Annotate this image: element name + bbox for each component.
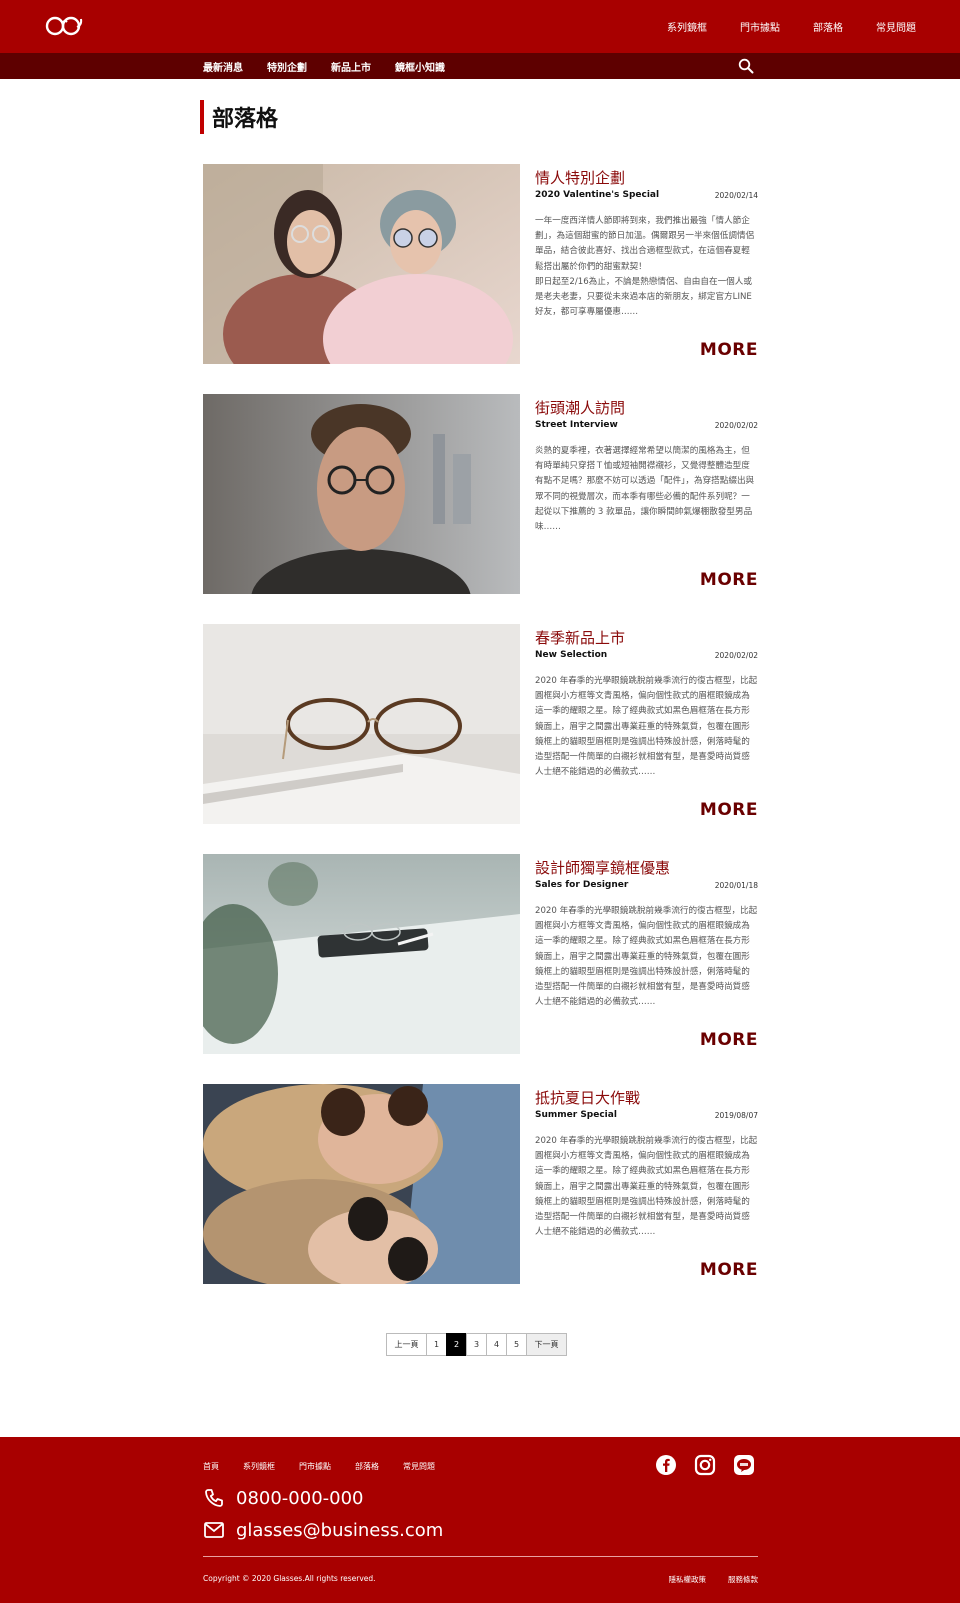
main-nav: 系列鏡框 門市據點 部落格 常見問題	[667, 0, 916, 53]
post-image[interactable]	[203, 1084, 520, 1284]
category-knowledge[interactable]: 鏡框小知識	[395, 59, 445, 74]
top-header: 系列鏡框 門市據點 部落格 常見問題	[0, 0, 960, 53]
more-link[interactable]: MORE	[700, 340, 758, 360]
blog-post: 街頭潮人訪問 Street Interview 2020/02/02 炎熱的夏季…	[203, 394, 758, 594]
category-news[interactable]: 最新消息	[203, 59, 243, 74]
page-title: 部落格	[212, 107, 279, 132]
social-links	[655, 1454, 755, 1476]
post-title[interactable]: 春季新品上市	[535, 627, 625, 648]
post-image[interactable]	[203, 394, 520, 594]
nav-stores[interactable]: 門市據點	[740, 19, 780, 34]
post-date: 2019/08/07	[714, 1111, 758, 1120]
footer: 首頁 系列鏡框 門市據點 部落格 常見問題 0800-000-000 glass…	[0, 1437, 960, 1603]
post-title[interactable]: 設計師獨享鏡框優惠	[535, 857, 670, 878]
post-subtitle: Sales for Designer	[535, 880, 629, 890]
email-contact: glasses@business.com	[203, 1519, 443, 1541]
legal-links: 隱私權政策 服務條款	[669, 1574, 759, 1585]
page-button-5[interactable]: 5	[506, 1333, 527, 1356]
post-content: 抵抗夏日大作戰 Summer Special 2019/08/07 2020 年…	[535, 1084, 758, 1284]
post-subtitle: Summer Special	[535, 1110, 617, 1120]
post-image[interactable]	[203, 624, 520, 824]
post-excerpt: 2020 年春季的光學眼鏡跳脫前幾季流行的復古框型，比起圓框與小方框等文青風格，…	[535, 906, 758, 1008]
terms-of-service-link[interactable]: 服務條款	[728, 1574, 758, 1585]
page-button-1[interactable]: 1	[426, 1333, 447, 1356]
footer-nav-blog[interactable]: 部落格	[355, 1461, 379, 1472]
title-accent-bar	[200, 100, 204, 134]
footer-nav-series[interactable]: 系列鏡框	[243, 1461, 275, 1472]
more-link[interactable]: MORE	[700, 1030, 758, 1050]
footer-nav-stores[interactable]: 門市據點	[299, 1461, 331, 1472]
post-date: 2020/02/14	[714, 191, 758, 200]
post-excerpt: 2020 年春季的光學眼鏡跳脫前幾季流行的復古框型，比起圓框與小方框等文青風格，…	[535, 1136, 758, 1238]
post-title[interactable]: 情人特別企劃	[535, 167, 625, 188]
logo-icon[interactable]	[44, 13, 84, 39]
next-page-button[interactable]: 下一頁	[526, 1333, 567, 1356]
post-date: 2020/01/18	[714, 881, 758, 890]
post-subtitle: New Selection	[535, 650, 608, 660]
phone-icon	[205, 1489, 223, 1507]
page-button-2-current[interactable]: 2	[446, 1333, 467, 1356]
post-excerpt: 2020 年春季的光學眼鏡跳脫前幾季流行的復古框型，比起圓框與小方框等文青風格，…	[535, 676, 758, 778]
post-title[interactable]: 街頭潮人訪問	[535, 397, 625, 418]
footer-nav-home[interactable]: 首頁	[203, 1461, 219, 1472]
nav-blog[interactable]: 部落格	[813, 19, 843, 34]
phone-number[interactable]: 0800-000-000	[236, 1488, 364, 1509]
blog-post: 設計師獨享鏡框優惠 Sales for Designer 2020/01/18 …	[203, 854, 758, 1054]
sub-header: 最新消息 特別企劃 新品上市 鏡框小知識	[0, 53, 960, 79]
prev-page-button[interactable]: 上一頁	[386, 1333, 427, 1356]
post-excerpt: 炎熱的夏季裡，衣著選擇經常希望以簡潔的風格為主，但有時單純只穿搭Ｔ恤或短袖開襟襯…	[535, 446, 755, 533]
page-button-3[interactable]: 3	[466, 1333, 487, 1356]
post-image[interactable]	[203, 854, 520, 1054]
page-button-4[interactable]: 4	[486, 1333, 507, 1356]
privacy-policy-link[interactable]: 隱私權政策	[669, 1574, 707, 1585]
blog-post: 抵抗夏日大作戰 Summer Special 2019/08/07 2020 年…	[203, 1084, 758, 1284]
footer-nav: 首頁 系列鏡框 門市據點 部落格 常見問題	[203, 1461, 435, 1472]
post-subtitle: 2020 Valentine's Special	[535, 190, 660, 200]
more-link[interactable]: MORE	[700, 1260, 758, 1280]
more-link[interactable]: MORE	[700, 570, 758, 590]
nav-series[interactable]: 系列鏡框	[667, 19, 707, 34]
post-content: 設計師獨享鏡框優惠 Sales for Designer 2020/01/18 …	[535, 854, 758, 1054]
post-image[interactable]	[203, 164, 520, 364]
post-date: 2020/02/02	[714, 421, 758, 430]
footer-divider	[203, 1556, 758, 1557]
instagram-icon[interactable]	[694, 1454, 716, 1476]
line-icon[interactable]	[733, 1454, 755, 1476]
mail-icon	[204, 1522, 224, 1538]
category-special[interactable]: 特別企劃	[267, 59, 307, 74]
phone-contact: 0800-000-000	[203, 1487, 364, 1509]
email-address[interactable]: glasses@business.com	[236, 1520, 443, 1541]
post-date: 2020/02/02	[714, 651, 758, 660]
page-title-block: 部落格	[200, 100, 278, 134]
category-nav: 最新消息 特別企劃 新品上市 鏡框小知識	[203, 53, 445, 79]
blog-post: 情人特別企劃 2020 Valentine's Special 2020/02/…	[203, 164, 758, 364]
facebook-icon[interactable]	[655, 1454, 677, 1476]
blog-post: 春季新品上市 New Selection 2020/02/02 2020 年春季…	[203, 624, 758, 824]
copyright: Copyright © 2020 Glasses.All rights rese…	[203, 1574, 376, 1583]
footer-nav-faq[interactable]: 常見問題	[403, 1461, 435, 1472]
search-icon[interactable]	[738, 58, 754, 74]
nav-faq[interactable]: 常見問題	[876, 19, 916, 34]
post-excerpt: 一年一度西洋情人節即將到來，我們推出最強「情人節企劃」，為這個甜蜜的節日加溫。偶…	[535, 216, 755, 318]
post-title[interactable]: 抵抗夏日大作戰	[535, 1087, 640, 1108]
post-content: 情人特別企劃 2020 Valentine's Special 2020/02/…	[535, 164, 758, 364]
more-link[interactable]: MORE	[700, 800, 758, 820]
pagination: 上一頁 1 2 3 4 5 下一頁	[386, 1333, 567, 1356]
category-new[interactable]: 新品上市	[331, 59, 371, 74]
post-content: 春季新品上市 New Selection 2020/02/02 2020 年春季…	[535, 624, 758, 824]
post-content: 街頭潮人訪問 Street Interview 2020/02/02 炎熱的夏季…	[535, 394, 758, 594]
post-subtitle: Street Interview	[535, 420, 618, 430]
